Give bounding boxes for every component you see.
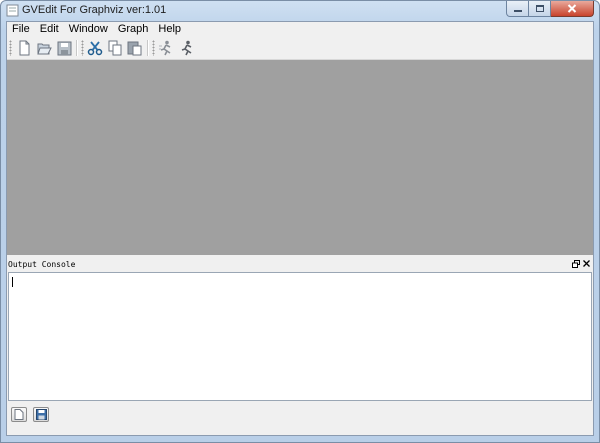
output-console-title: Output Console: [8, 260, 76, 269]
save-output-icon: [35, 409, 47, 420]
run-icon: [181, 40, 192, 56]
app-window: GVEdit For Graphviz ver:1.01 File Edit W…: [0, 0, 600, 443]
dock-close-icon[interactable]: [582, 259, 591, 268]
open-file-button[interactable]: [36, 40, 52, 56]
maximize-icon: [535, 5, 544, 12]
output-console-header: Output Console: [7, 258, 593, 271]
toolbar-separator: [147, 40, 149, 56]
mdi-workspace[interactable]: [7, 60, 593, 255]
paste-button[interactable]: [127, 40, 143, 56]
save-file-button[interactable]: [56, 40, 72, 56]
minimize-button[interactable]: [506, 1, 529, 17]
new-file-button[interactable]: [16, 40, 32, 56]
save-output-button[interactable]: [33, 407, 49, 422]
window-title: GVEdit For Graphviz ver:1.01: [22, 4, 167, 16]
output-console[interactable]: [8, 272, 592, 401]
new-output-icon: [14, 409, 24, 420]
menu-bar: File Edit Window Graph Help: [7, 22, 593, 37]
menu-window[interactable]: Window: [65, 22, 112, 37]
menu-help[interactable]: Help: [154, 22, 185, 37]
toolbar-grip[interactable]: [9, 40, 12, 56]
save-file-icon: [57, 41, 71, 55]
copy-button[interactable]: [107, 40, 123, 56]
menu-graph[interactable]: Graph: [114, 22, 153, 37]
copy-icon: [108, 40, 122, 56]
app-icon: [6, 4, 19, 17]
title-bar[interactable]: GVEdit For Graphviz ver:1.01: [1, 1, 599, 21]
new-output-button[interactable]: [11, 407, 27, 422]
open-file-icon: [37, 43, 52, 55]
close-icon: [567, 4, 577, 13]
window-controls: [506, 1, 594, 17]
client-area: File Edit Window Graph Help Output Conso…: [6, 21, 594, 436]
cut-button[interactable]: [87, 40, 103, 56]
paste-icon: [127, 41, 142, 56]
minimize-icon: [513, 9, 522, 12]
menu-edit[interactable]: Edit: [36, 22, 63, 37]
toolbar-separator: [76, 40, 78, 56]
text-cursor: [12, 277, 13, 287]
close-button[interactable]: [551, 1, 594, 17]
toolbar: [7, 37, 593, 60]
new-file-icon: [19, 40, 30, 56]
float-icon[interactable]: [572, 260, 580, 268]
toolbar-grip[interactable]: [81, 40, 84, 56]
menu-file[interactable]: File: [8, 22, 34, 37]
run-button[interactable]: [178, 40, 194, 56]
maximize-button[interactable]: [529, 1, 551, 17]
toolbar-grip[interactable]: [152, 40, 155, 56]
console-button-bar: [7, 402, 593, 435]
layout-run-icon: [159, 40, 171, 56]
layout-run-button[interactable]: [158, 40, 174, 56]
cut-icon: [87, 41, 103, 56]
